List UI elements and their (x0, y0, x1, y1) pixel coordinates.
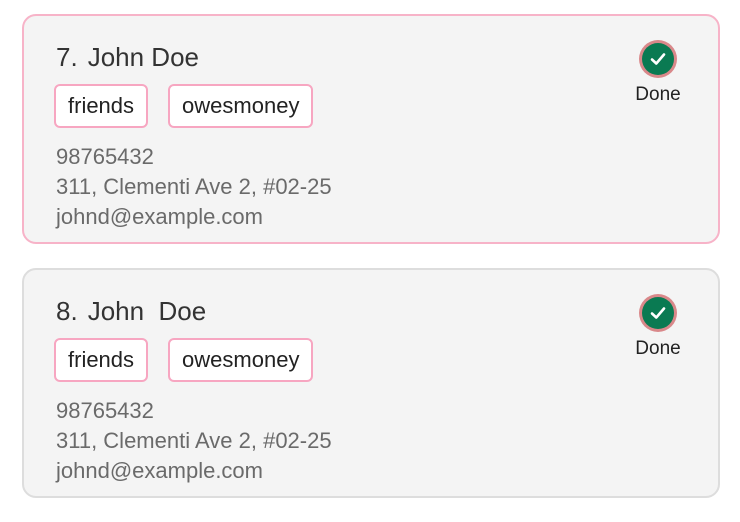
person-address: 311, Clementi Ave 2, #02-25 (56, 428, 332, 453)
tag-friends: friends (54, 84, 149, 128)
tag-list: friends owesmoney (54, 84, 314, 128)
person-email: johnd@example.com (56, 458, 263, 483)
check-circle-icon (639, 40, 677, 78)
person-name: John Doe (87, 296, 207, 326)
check-circle-icon (639, 294, 677, 332)
tag-list: friends owesmoney (54, 338, 314, 382)
tag-owesmoney: owesmoney (168, 338, 314, 382)
status-label: Done (635, 84, 681, 105)
person-details: 98765432 311, Clementi Ave 2, #02-25 joh… (56, 396, 332, 486)
person-index: 7. (56, 42, 78, 72)
status-indicator: Done (628, 294, 688, 360)
person-list: 7. John Doe friends owesmoney 98765432 31… (0, 0, 740, 522)
person-index: 8. (56, 296, 78, 326)
tag-friends: friends (54, 338, 149, 382)
person-details: 98765432 311, Clementi Ave 2, #02-25 joh… (56, 142, 332, 232)
person-email: johnd@example.com (56, 204, 263, 229)
status-indicator: Done (628, 40, 688, 106)
person-name-row: 8. John Doe (56, 296, 206, 327)
person-name: John Doe (87, 42, 199, 72)
person-card[interactable]: 8. John Doe friends owesmoney 98765432 31… (22, 268, 720, 498)
person-name-row: 7. John Doe (56, 42, 199, 73)
tag-owesmoney: owesmoney (168, 84, 314, 128)
person-phone: 98765432 (56, 398, 154, 423)
status-label: Done (635, 338, 681, 359)
person-card[interactable]: 7. John Doe friends owesmoney 98765432 31… (22, 14, 720, 244)
person-phone: 98765432 (56, 144, 154, 169)
person-address: 311, Clementi Ave 2, #02-25 (56, 174, 332, 199)
